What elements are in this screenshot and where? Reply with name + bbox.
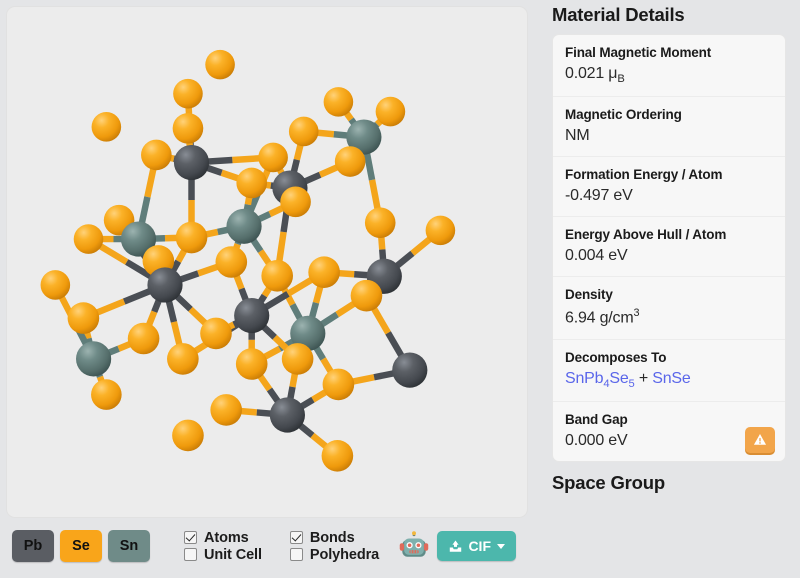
atom-se[interactable] [261,259,294,292]
material-detail-page: PbSeSn Atoms Bonds Unit Cell Polyhedra [0,0,800,578]
atom-se[interactable] [236,167,267,199]
formula-separator: + [634,369,653,387]
element-legend: Pb Se Sn [12,530,150,562]
viewer-toolbar: PbSeSn Atoms Bonds Unit Cell Polyhedra [6,521,528,571]
checkbox-polyhedra[interactable] [289,548,303,561]
material-details-card: Final Magnetic Moment 0.021 μB Magnetic Or… [552,34,786,462]
crystal-structure-viewer[interactable] [6,6,528,518]
element-chip-se[interactable]: Se [60,530,102,562]
atom-se[interactable] [172,419,204,452]
atom-se[interactable] [321,439,354,472]
detail-label: Band Gap [565,411,628,427]
atom-se[interactable] [175,221,208,254]
atom-pb[interactable] [147,267,183,303]
atom-se[interactable] [281,343,314,375]
band-gap-warning-badge[interactable] [745,426,775,453]
space-group-heading: Space Group [552,471,665,493]
warning-icon [753,434,767,445]
download-tray-icon [450,540,462,552]
detail-value: -0.497 eV [565,187,633,205]
atom-se[interactable] [172,113,204,144]
detail-row: Magnetic Ordering NM [553,97,785,158]
display-toggles: Atoms Bonds Unit Cell Polyhedra [184,530,379,563]
atom-se[interactable] [200,317,232,350]
atom-se[interactable] [323,87,354,117]
atom-se[interactable] [280,186,311,218]
atom-se[interactable] [425,215,456,246]
atom-se[interactable] [67,302,100,334]
toggle-bonds[interactable]: Bonds [289,529,379,546]
detail-value: 6.94 g/cm3 [565,307,640,327]
atom-sn[interactable] [226,208,262,244]
atom-se[interactable] [350,279,383,312]
atom-se[interactable] [288,116,319,147]
atom-sn[interactable] [76,341,112,377]
detail-row: Final Magnetic Moment 0.021 μB [553,35,785,98]
atom-se[interactable] [141,139,172,171]
atom-pb[interactable] [173,144,210,181]
detail-value: SnPb4Se5 + SnSe [565,370,773,390]
checkbox-bonds[interactable] [289,531,303,544]
decomposition-product-link[interactable]: SnPb4Se5 [565,370,635,390]
detail-label: Final Magnetic Moment [565,45,712,60]
detail-row: Band Gap 0.000 eV [553,402,785,461]
toolbar-actions: CIF [399,531,528,561]
detail-label: Magnetic Ordering [565,107,682,123]
cif-button-label: CIF [468,538,491,554]
atom-se[interactable] [364,207,396,239]
detail-value: 0.021 μB [565,65,625,86]
atom-se[interactable] [258,142,288,173]
atom-se[interactable] [235,348,268,380]
atom-se[interactable] [205,49,235,80]
atom-se[interactable] [322,368,355,401]
element-chip-pb[interactable]: Pb [12,530,54,562]
robot-icon[interactable] [399,531,429,561]
toggle-polyhedra[interactable]: Polyhedra [289,546,380,563]
toggle-atoms[interactable]: Atoms [184,530,262,546]
atom-se[interactable] [308,256,340,289]
material-details-panel: Material Details Final Magnetic Moment 0.… [540,0,800,578]
detail-value: 0.000 eV [565,431,628,449]
atom-pb[interactable] [392,352,428,388]
detail-row: Energy Above Hull / Atom 0.004 eV [553,217,785,278]
atom-se[interactable] [73,224,104,254]
detail-label: Decomposes To [565,349,667,365]
atom-pb[interactable] [269,397,305,433]
detail-row: Formation Energy / Atom -0.497 eV [553,157,785,218]
atom-se[interactable] [334,146,366,177]
atom-se[interactable] [167,343,199,375]
detail-label: Formation Energy / Atom [565,167,723,183]
toggle-label: Unit Cell [204,546,262,563]
detail-label: Density [565,287,613,303]
atom-se[interactable] [91,379,122,410]
toggle-label: Polyhedra [309,546,380,563]
material-details-heading: Material Details [552,4,685,25]
toggle-unit-cell[interactable]: Unit Cell [184,547,262,563]
atom-se[interactable] [91,112,122,142]
atom-se[interactable] [210,394,243,426]
structure-viewer-column: PbSeSn Atoms Bonds Unit Cell Polyhedra [0,0,540,578]
detail-value: NM [565,127,590,145]
element-chip-sn[interactable]: Sn [108,530,150,562]
atom-se[interactable] [173,78,203,109]
crystal-structure-canvas[interactable] [7,7,527,517]
atom-layer [40,49,456,472]
chevron-down-icon [497,543,505,549]
atom-se[interactable] [215,246,248,278]
toggle-label: Atoms [204,529,249,546]
detail-value: 0.004 eV [565,247,628,265]
atom-se[interactable] [40,270,71,300]
detail-label: Energy Above Hull / Atom [565,227,727,243]
atom-se[interactable] [375,96,406,127]
detail-row: Density 6.94 g/cm3 [553,277,785,340]
download-cif-button[interactable]: CIF [437,531,516,561]
checkbox-unit-cell[interactable] [184,548,197,561]
toggle-label: Bonds [309,529,355,546]
decomposition-product-link[interactable]: SnSe [652,370,691,387]
detail-row: Decomposes To SnPb4Se5 + SnSe [553,340,785,402]
atom-se[interactable] [127,322,160,355]
atom-pb[interactable] [234,297,270,334]
checkbox-atoms[interactable] [184,531,197,544]
